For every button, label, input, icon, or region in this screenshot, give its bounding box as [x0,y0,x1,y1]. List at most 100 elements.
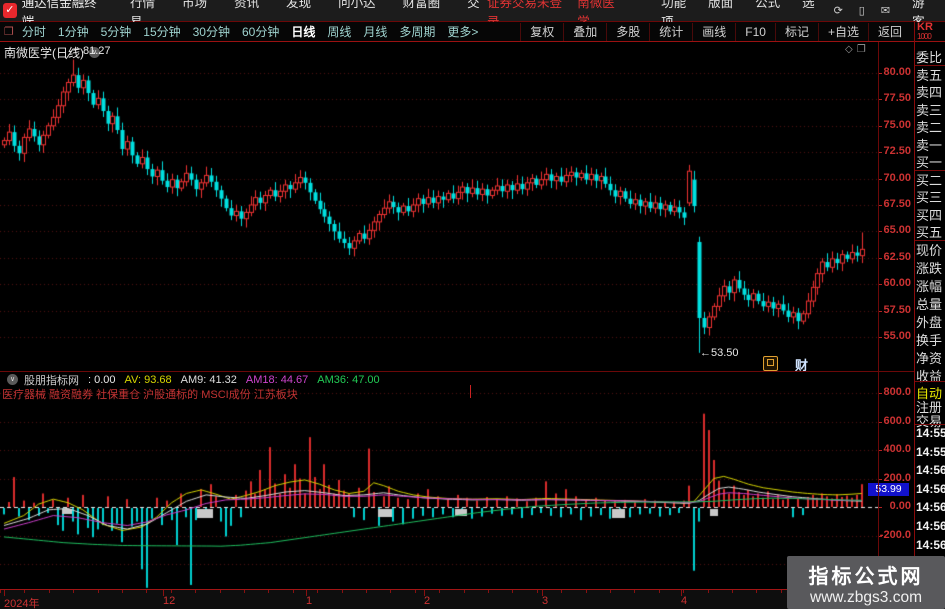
panel-separator [915,424,945,425]
menu-item-发现[interactable]: 发现 [286,0,311,10]
period-tab-分时[interactable]: 分时 [22,25,46,39]
month-tick [163,590,164,596]
time-axis-label: 3 [542,595,549,607]
chart-mini-icons[interactable]: ◇❐ [845,44,870,55]
price-axis-label: 60.00 [883,277,911,290]
quote-row-14:56: 14:56 [916,500,945,515]
period-tab-15分钟[interactable]: 15分钟 [143,25,180,39]
menu-item-功能[interactable]: 功能 [661,0,686,10]
quote-row-涨幅: 涨幅 [916,279,943,294]
chevron-down-icon[interactable]: ∨ [7,374,18,385]
quote-row-14:56: 14:56 [916,519,945,533]
app-window: ✓ 通达信金融终端 行情市场资讯发现问小达财富圈交易 证券交易未登录 南微医学 … [0,0,945,609]
month-tick [681,590,682,596]
price-axis-label: 57.50 [883,303,911,316]
period-tab-日线[interactable]: 日线 [291,25,315,39]
menu-item-资讯[interactable]: 资讯 [234,0,259,10]
action-多股[interactable]: 多股 [606,22,649,41]
time-tick [561,590,563,593]
low-price-annotation: ←53.50 [700,347,739,359]
menu-item-行情[interactable]: 行情 [130,0,155,10]
panel-separator [915,170,945,171]
quote-row-买二: 买二 [916,172,943,188]
quote-row-14:55: 14:55 [916,444,945,459]
quote-row-买五: 买五 [916,225,943,240]
mail-icon[interactable]: ✉ [881,4,890,17]
panel-separator [915,381,945,382]
indicator-value: : 0.00 [88,373,116,386]
time-tick [707,590,709,593]
quote-row-卖三: 卖三 [916,102,943,118]
info-box-icon[interactable] [763,356,778,371]
period-tab-月线[interactable]: 月线 [363,25,387,39]
quote-row-卖二: 卖二 [916,120,943,135]
time-axis-label: 2 [424,595,431,607]
time-tick [0,590,1,593]
menubar: ✓ 通达信金融终端 行情市场资讯发现问小达财富圈交易 证券交易未登录 南微医学 … [0,0,945,29]
app-logo-icon: ✓ [3,3,17,18]
layout-icon[interactable]: ❐ [4,25,14,38]
time-tick [195,590,197,593]
time-tick [170,590,172,593]
action-复权[interactable]: 复权 [520,22,563,41]
time-tick [366,590,367,593]
price-axis-label: 67.50 [883,198,911,210]
time-tick [512,590,514,593]
indicator-av: AV: 93.68 [124,373,172,386]
menu-item-版面[interactable]: 版面 [708,0,733,10]
indicator-am36: AM36: 47.00 [317,373,380,386]
menu-item-财富圈[interactable]: 财富圈 [403,0,441,10]
quote-row-委比: 委比 [916,50,943,65]
time-tick [390,590,392,593]
action-F10[interactable]: F10 [735,22,775,41]
tag-cursor [470,385,471,398]
menu-item-公式[interactable]: 公式 [755,0,780,10]
time-tick [463,590,465,593]
panel-separator [915,64,945,66]
quote-row-换手: 换手 [916,333,943,348]
quote-row-卖一: 卖一 [916,137,943,153]
time-tick [439,590,441,593]
indicator-chart-canvas[interactable] [0,372,878,589]
action-返回[interactable]: 返回 [867,22,911,41]
price-axis-label: 72.50 [883,145,911,158]
quote-row-总量: 总量 [916,297,943,312]
price-axis-label: 55.00 [883,330,911,342]
period-tab-更多>[interactable]: 更多> [447,25,478,39]
time-tick [317,590,319,593]
device-icon[interactable]: ▯ [859,4,865,17]
stock-concept-tags[interactable]: 医疗器械 融资融券 社保重仓 沪股通标的 MSCI成份 江苏板块 [2,386,298,402]
action-+自选[interactable]: +自选 [817,22,868,41]
action-统计[interactable]: 统计 [649,22,692,41]
menu-item-市场[interactable]: 市场 [182,0,207,10]
quote-row-买一: 买一 [916,155,943,170]
quote-row-买四: 买四 [916,207,943,223]
period-tabs: 分时 1分钟 5分钟 15分钟 30分钟 60分钟 日线 周线 月线 多周期 更多> [22,23,491,40]
time-tick [73,590,75,593]
action-叠加[interactable]: 叠加 [563,22,606,41]
sync-icon[interactable]: ⟳ [834,4,843,17]
candlestick-chart-canvas[interactable] [0,42,878,372]
axis-border [878,42,879,588]
period-tab-30分钟[interactable]: 30分钟 [193,25,230,39]
period-tab-5分钟[interactable]: 5分钟 [101,25,132,39]
period-tab-周线[interactable]: 周线 [327,25,351,39]
time-tick [610,590,611,593]
period-tab-1分钟[interactable]: 1分钟 [58,25,89,39]
menu-item-问小达[interactable]: 问小达 [338,0,376,10]
quote-row-净资: 净资 [916,351,943,366]
indicator-axis-label: 0.00 [889,500,911,512]
indicator-axis-label: 200.0 [883,471,911,484]
action-画线[interactable]: 画线 [692,22,735,41]
price-axis-label: 62.50 [883,250,911,263]
action-标记[interactable]: 标记 [774,22,818,41]
pane-divider[interactable] [0,371,914,372]
time-tick [292,590,294,593]
watermark-url: www.zbgs3.com [810,589,922,606]
time-tick [658,590,660,593]
time-tick [268,590,270,593]
period-tab-多周期[interactable]: 多周期 [399,25,435,39]
period-tab-60分钟[interactable]: 60分钟 [242,25,279,39]
time-tick [585,590,587,593]
month-tick [424,590,425,596]
